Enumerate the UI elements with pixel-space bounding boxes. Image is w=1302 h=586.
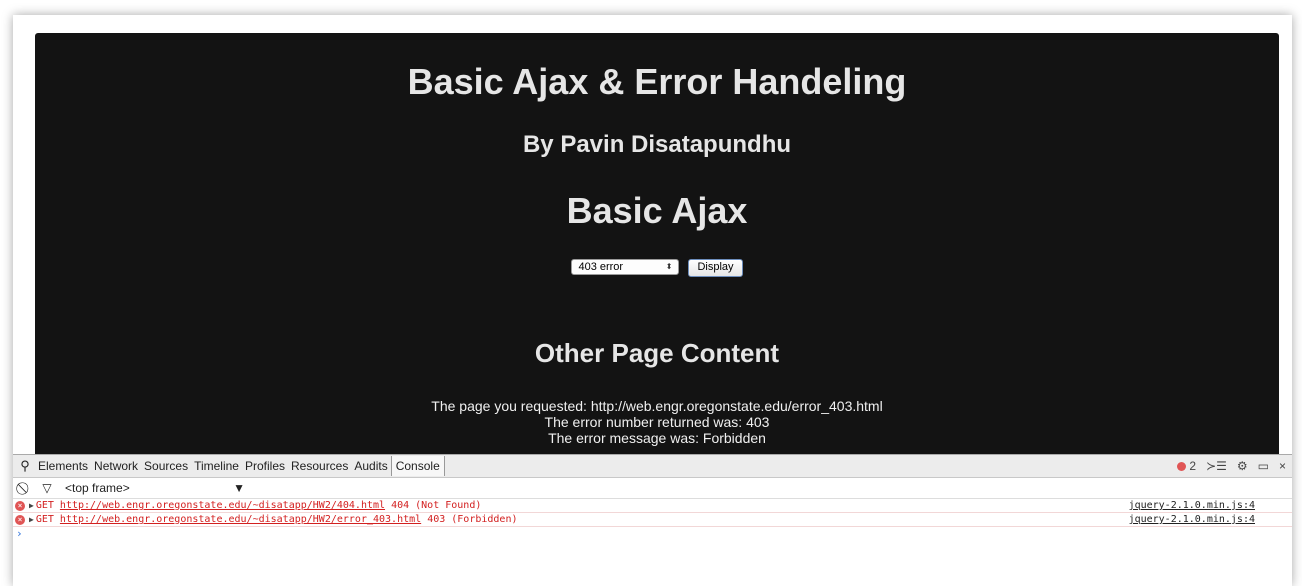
request-status: 404 (Not Found) [391, 500, 482, 511]
error-icon: × [15, 514, 25, 525]
console-row: × ▶ GET http://web.engr.oregonstate.edu/… [13, 513, 1292, 527]
gear-icon[interactable]: ⚙ [1237, 459, 1248, 473]
error-message-text: The error message was: Forbidden [548, 430, 766, 446]
console-toolbar: ⃠ ▽ <top frame> ▼ [13, 478, 1292, 499]
console-prompt[interactable]: › [13, 527, 1292, 541]
request-url-link[interactable]: http://web.engr.oregonstate.edu/~disatap… [60, 514, 421, 525]
source-link[interactable]: jquery-2.1.0.min.js:4 [1129, 500, 1255, 511]
error-icon: × [15, 500, 25, 511]
request-method: GET [35, 514, 54, 525]
expand-triangle-icon[interactable]: ▶ [29, 501, 34, 510]
tab-audits[interactable]: Audits [351, 459, 390, 473]
other-content-heading: Other Page Content [534, 338, 780, 368]
devtools-panel: ⚲ Elements Network Sources Timeline Prof… [13, 454, 1292, 586]
request-url-link[interactable]: http://web.engr.oregonstate.edu/~disatap… [60, 500, 385, 511]
page-title: Basic Ajax & Error Handeling [407, 61, 907, 102]
error-count-badge[interactable]: 2 [1177, 459, 1196, 473]
filter-icon[interactable]: ▽ [37, 481, 57, 495]
error-select-value: 403 error [578, 261, 624, 273]
devtools-right-tools: 2 ≻☰ ⚙ ▭ × [1177, 455, 1286, 477]
error-icon [1177, 461, 1187, 471]
requested-page-text: The page you requested: http://web.engr.… [431, 398, 883, 414]
clear-console-icon[interactable]: ⃠ [15, 481, 35, 496]
error-number-text: The error number returned was: 403 [544, 414, 770, 430]
select-arrows-icon: ⬍ [665, 262, 673, 271]
request-status: 403 (Forbidden) [427, 514, 518, 525]
search-icon[interactable]: ⚲ [15, 458, 35, 474]
tab-console[interactable]: Console [390, 456, 445, 476]
ajax-controls: 403 error ⬍ Display [35, 259, 1279, 279]
display-button[interactable]: Display [688, 259, 743, 277]
frame-selector-value: <top frame> [65, 481, 130, 495]
expand-triangle-icon[interactable]: ▶ [29, 515, 34, 524]
console-drawer-icon[interactable]: ≻☰ [1206, 459, 1227, 473]
tab-elements[interactable]: Elements [35, 459, 91, 473]
tab-network[interactable]: Network [91, 459, 141, 473]
close-icon[interactable]: × [1279, 459, 1286, 473]
author-heading: By Pavin Disatapundhu [522, 131, 792, 158]
frame-selector[interactable]: <top frame> ▼ [65, 481, 245, 495]
error-count: 2 [1189, 459, 1197, 473]
tab-timeline[interactable]: Timeline [191, 459, 242, 473]
dock-icon[interactable]: ▭ [1258, 459, 1269, 473]
console-row: × ▶ GET http://web.engr.oregonstate.edu/… [13, 499, 1292, 513]
browser-window: Basic Ajax & Error Handeling By Pavin Di… [13, 15, 1292, 586]
request-method: GET [35, 500, 54, 511]
source-link[interactable]: jquery-2.1.0.min.js:4 [1129, 514, 1255, 525]
tab-resources[interactable]: Resources [288, 459, 351, 473]
web-page: Basic Ajax & Error Handeling By Pavin Di… [35, 33, 1279, 470]
tab-sources[interactable]: Sources [141, 459, 191, 473]
devtools-tabbar: ⚲ Elements Network Sources Timeline Prof… [13, 454, 1292, 478]
section-heading: Basic Ajax [566, 190, 748, 231]
chevron-down-icon: ▼ [233, 481, 245, 495]
error-select[interactable]: 403 error ⬍ [571, 259, 680, 275]
tab-profiles[interactable]: Profiles [242, 459, 288, 473]
